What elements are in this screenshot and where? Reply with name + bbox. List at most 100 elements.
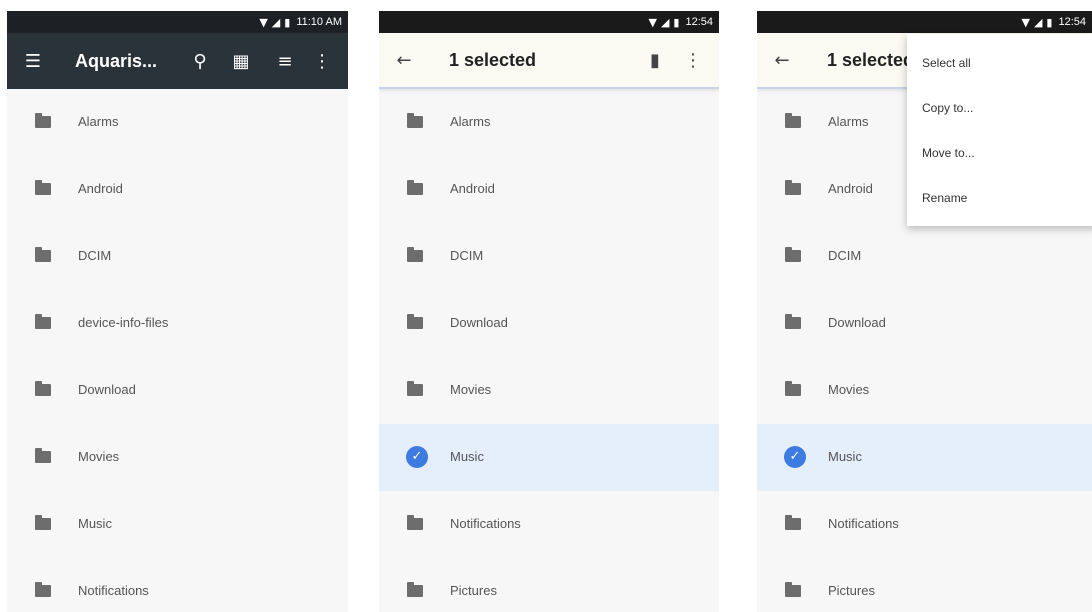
folder-name: Movies — [828, 382, 870, 397]
folder-name: Download — [78, 382, 136, 397]
list-item[interactable]: Notifications — [7, 558, 348, 612]
list-item[interactable]: Download — [757, 290, 1092, 357]
page-title: Aquaris... — [75, 50, 158, 71]
list-item[interactable]: Movies — [7, 424, 348, 491]
list-item[interactable]: Pictures — [379, 558, 719, 612]
menu-item-rename[interactable]: Rename — [907, 175, 1092, 220]
checkmark-icon: ✓ — [406, 446, 428, 468]
folder-name: Music — [828, 449, 862, 464]
list-item-selected[interactable]: ✓ Music — [757, 424, 1092, 491]
signal-icon: ◢ — [271, 15, 281, 29]
folder-name: Android — [828, 181, 873, 196]
folder-icon — [35, 180, 51, 195]
list-item-selected[interactable]: ✓ Music — [379, 424, 719, 491]
folder-name: Movies — [450, 382, 492, 397]
status-bar: ▼ ◢ ▮ 12:54 — [757, 11, 1092, 33]
battery-icon: ▮ — [1046, 15, 1053, 29]
folder-icon — [35, 582, 51, 597]
folder-name: Music — [450, 449, 484, 464]
list-item[interactable]: device-info-files — [7, 290, 348, 357]
list-item[interactable]: Alarms — [7, 89, 348, 156]
folder-name: device-info-files — [78, 315, 169, 330]
signal-icon: ◢ — [660, 15, 670, 29]
folder-name: DCIM — [78, 248, 112, 263]
list-item[interactable]: DCIM — [7, 223, 348, 290]
list-item[interactable]: Movies — [379, 357, 719, 424]
folder-name: DCIM — [828, 248, 862, 263]
list-item[interactable]: Download — [7, 357, 348, 424]
list-item[interactable]: Alarms — [379, 89, 719, 156]
wifi-icon: ▼ — [259, 15, 268, 29]
wifi-icon: ▼ — [1021, 15, 1030, 29]
status-time: 12:54 — [1058, 16, 1086, 28]
folder-name: Download — [450, 315, 508, 330]
folder-icon — [407, 515, 423, 530]
folder-name: Alarms — [78, 114, 119, 129]
more-vert-icon[interactable]: ⋮ — [675, 32, 711, 88]
screen-browse: ▼ ◢ ▮ 11:10 AM ☰ Aquaris... ⚲ ▦ ≡ ⋮ Alar… — [7, 11, 348, 612]
folder-icon — [785, 515, 801, 530]
trash-icon[interactable]: ▮ — [635, 32, 675, 88]
list-item[interactable]: Music — [7, 491, 348, 558]
more-vert-icon[interactable]: ⋮ — [309, 33, 335, 89]
folder-icon — [785, 180, 801, 195]
sort-icon[interactable]: ≡ — [267, 33, 303, 89]
back-arrow-icon[interactable]: ← — [379, 32, 429, 88]
list-item[interactable]: Notifications — [757, 491, 1092, 558]
hamburger-icon[interactable]: ☰ — [7, 33, 59, 89]
overflow-menu: Select all Copy to... Move to... Rename — [907, 34, 1092, 226]
folder-icon — [35, 448, 51, 463]
wifi-icon: ▼ — [648, 15, 657, 29]
folder-name: Download — [828, 315, 886, 330]
folder-name: DCIM — [450, 248, 484, 263]
menu-item-select-all[interactable]: Select all — [907, 40, 1092, 85]
folder-name: Alarms — [828, 114, 869, 129]
list-item[interactable]: DCIM — [379, 223, 719, 290]
back-arrow-icon[interactable]: ← — [757, 32, 807, 88]
signal-icon: ◢ — [1033, 15, 1043, 29]
screen-selection: ▼ ◢ ▮ 12:54 ← 1 selected ▮ ⋮ Alarms Andr… — [379, 11, 719, 612]
search-icon[interactable]: ⚲ — [183, 33, 217, 89]
menu-item-copy-to[interactable]: Copy to... — [907, 85, 1092, 130]
folder-icon — [35, 314, 51, 329]
folder-icon — [35, 381, 51, 396]
screen-overflow-menu: ▼ ◢ ▮ 12:54 ← 1 selected Alarms Android … — [757, 11, 1092, 612]
list-item[interactable]: Notifications — [379, 491, 719, 558]
folder-icon — [785, 247, 801, 262]
folder-name: Pictures — [828, 583, 875, 598]
menu-item-move-to[interactable]: Move to... — [907, 130, 1092, 175]
folder-icon — [785, 381, 801, 396]
folder-icon — [35, 113, 51, 128]
list-item[interactable]: Download — [379, 290, 719, 357]
folder-icon — [407, 582, 423, 597]
folder-icon — [407, 113, 423, 128]
status-bar: ▼ ◢ ▮ 11:10 AM — [7, 11, 348, 33]
folder-icon — [407, 314, 423, 329]
app-bar: ☰ Aquaris... ⚲ ▦ ≡ ⋮ — [7, 33, 348, 89]
folder-icon — [785, 582, 801, 597]
folder-icon — [407, 180, 423, 195]
list-item[interactable]: Pictures — [757, 558, 1092, 612]
folder-name: Notifications — [450, 516, 521, 531]
battery-icon: ▮ — [673, 15, 680, 29]
list-item[interactable]: Android — [7, 156, 348, 223]
folder-name: Pictures — [450, 583, 497, 598]
folder-icon — [785, 314, 801, 329]
folder-icon — [785, 113, 801, 128]
grid-view-icon[interactable]: ▦ — [221, 33, 261, 89]
folder-icon — [35, 247, 51, 262]
folder-name: Android — [450, 181, 495, 196]
folder-name: Music — [78, 516, 112, 531]
folder-name: Notifications — [78, 583, 149, 598]
folder-name: Movies — [78, 449, 120, 464]
folder-name: Android — [78, 181, 123, 196]
battery-icon: ▮ — [284, 15, 291, 29]
folder-name: Notifications — [828, 516, 899, 531]
list-item[interactable]: Movies — [757, 357, 1092, 424]
folder-name: Alarms — [450, 114, 491, 129]
status-time: 11:10 AM — [296, 16, 342, 28]
folder-icon — [407, 247, 423, 262]
list-item[interactable]: DCIM — [757, 223, 1092, 290]
page-title: 1 selected — [449, 49, 537, 70]
list-item[interactable]: Android — [379, 156, 719, 223]
